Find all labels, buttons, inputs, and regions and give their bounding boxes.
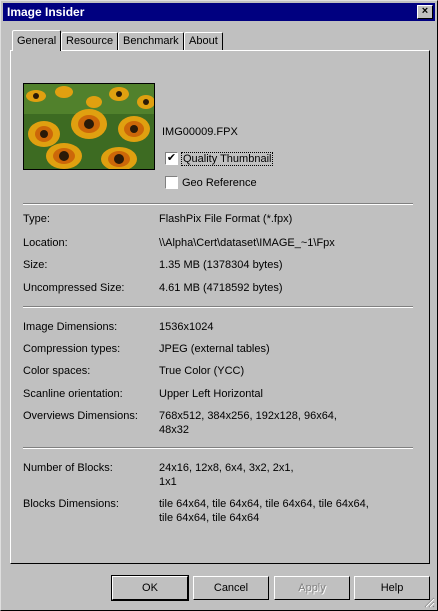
tab-about[interactable]: About <box>184 32 223 50</box>
number-of-blocks-value: 24x16, 12x8, 6x4, 3x2, 2x1, <box>159 462 294 474</box>
tab-about-label: About <box>189 35 218 47</box>
help-button-label: Help <box>380 582 404 594</box>
location-label: Location: <box>23 237 68 249</box>
window-title: Image Insider <box>7 5 85 19</box>
geo-reference-label[interactable]: Geo Reference <box>182 177 257 189</box>
image-dimensions-value: 1536x1024 <box>159 321 214 333</box>
scanline-orientation-label: Scanline orientation: <box>23 388 123 400</box>
divider <box>23 447 413 449</box>
blocks-dimensions-value: tile 64x64, tile 64x64, tile 64x64, tile… <box>159 498 369 510</box>
help-button[interactable]: Help <box>354 576 430 600</box>
image-dimensions-label: Image Dimensions: <box>23 321 118 333</box>
tab-benchmark-label: Benchmark <box>123 35 179 47</box>
apply-button-label: Apply <box>298 582 326 594</box>
tab-resource[interactable]: Resource <box>61 32 119 50</box>
scanline-orientation-value: Upper Left Horizontal <box>159 388 263 400</box>
type-label: Type: <box>23 213 50 225</box>
color-spaces-label: Color spaces: <box>23 365 91 377</box>
compression-types-value: JPEG (external tables) <box>159 343 270 355</box>
ok-button[interactable]: OK <box>111 575 189 601</box>
size-value: 1.35 MB (1378304 bytes) <box>159 259 283 271</box>
close-icon: × <box>421 5 429 17</box>
quality-thumbnail-label[interactable]: Quality Thumbnail <box>180 152 274 166</box>
tab-general-label: General <box>17 35 57 47</box>
blocks-dimensions-label: Blocks Dimensions: <box>23 498 119 510</box>
ok-button-label: OK <box>142 582 158 594</box>
location-value: \\Alpha\Cert\dataset\IMAGE_~1\Fpx <box>159 237 335 249</box>
overviews-dimensions-value: 768x512, 384x256, 192x128, 96x64, <box>159 410 337 422</box>
uncompressed-size-value: 4.61 MB (4718592 bytes) <box>159 282 283 294</box>
divider <box>23 203 413 205</box>
dialog-window: Image Insider × General Resource Benchma… <box>0 0 438 611</box>
type-value: FlashPix File Format (*.fpx) <box>159 213 293 225</box>
overviews-dimensions-value: 48x32 <box>159 424 189 436</box>
uncompressed-size-label: Uncompressed Size: <box>23 282 125 294</box>
geo-reference-checkbox[interactable] <box>165 176 178 189</box>
filename-text: IMG00009.FPX <box>162 126 238 138</box>
size-label: Size: <box>23 259 48 271</box>
overviews-dimensions-label: Overviews Dimensions: <box>23 410 138 422</box>
check-icon: ✔ <box>166 152 177 164</box>
number-of-blocks-value: 1x1 <box>159 476 177 488</box>
close-button[interactable]: × <box>417 5 433 19</box>
cancel-button-label: Cancel <box>213 582 249 594</box>
tab-benchmark[interactable]: Benchmark <box>118 32 184 50</box>
resize-grip-icon[interactable] <box>423 596 435 608</box>
divider <box>23 306 413 308</box>
tab-general[interactable]: General <box>12 30 62 51</box>
tab-resource-label: Resource <box>66 35 114 47</box>
quality-thumbnail-checkbox[interactable]: ✔ <box>165 152 178 165</box>
blocks-dimensions-value: tile 64x64, tile 64x64 <box>159 512 260 524</box>
cancel-button[interactable]: Cancel <box>193 576 269 600</box>
color-spaces-value: True Color (YCC) <box>159 365 245 377</box>
apply-button: Apply <box>274 576 350 600</box>
compression-types-label: Compression types: <box>23 343 121 355</box>
number-of-blocks-label: Number of Blocks: <box>23 462 113 474</box>
flowers-thumbnail-image <box>23 83 155 170</box>
title-bar[interactable]: Image Insider × <box>3 3 435 21</box>
